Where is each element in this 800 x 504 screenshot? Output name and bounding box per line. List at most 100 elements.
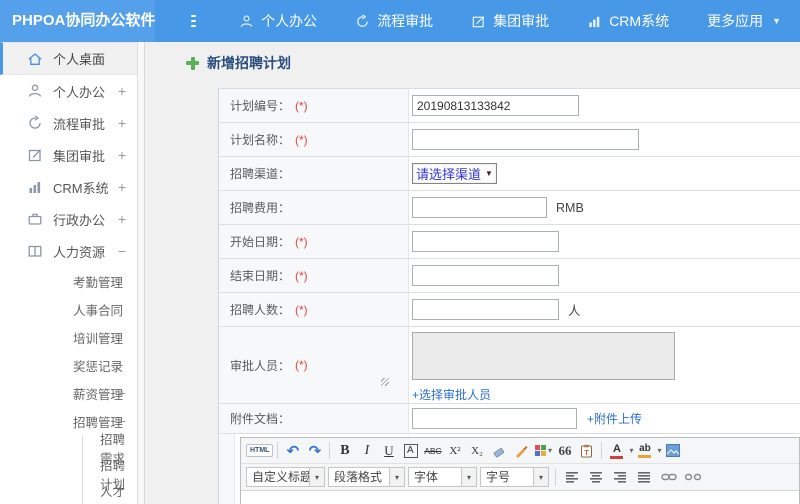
topnav-group-approval[interactable]: 集团审批 (471, 11, 549, 31)
field-label: 招聘渠道： (219, 157, 409, 191)
hamburger-menu-icon[interactable] (191, 12, 197, 30)
field-label: 招聘人数： (*) (219, 293, 409, 327)
top-navigation: 个人办公 流程审批 集团审批 CRM系统 更多应用 ▼ (220, 11, 800, 31)
collapse-minus-icon[interactable]: − (118, 413, 126, 429)
process-icon (27, 115, 44, 131)
sidebar-item-salary-mgmt[interactable]: 薪资管理 + (0, 379, 137, 407)
topnav-process-approval[interactable]: 流程审批 (355, 11, 433, 31)
sidebar-item-personal-office[interactable]: 个人办公 + (0, 75, 137, 107)
collapse-minus-icon[interactable]: − (118, 243, 126, 259)
align-right-icon[interactable] (610, 467, 631, 487)
sidebar-item-training-mgmt[interactable]: 培训管理 (0, 323, 137, 351)
topnav-label: CRM系统 (609, 13, 670, 29)
editor-content-area[interactable] (241, 491, 799, 504)
field-value-cell: 人 (409, 293, 800, 327)
caret-down-icon: ▾ (461, 468, 476, 486)
form-row-attachment: 附件文档： +附件上传 (219, 404, 800, 434)
sidebar-item-attendance-mgmt[interactable]: 考勤管理 (0, 267, 137, 295)
field-value-cell (409, 123, 800, 157)
book-icon (27, 243, 44, 259)
headcount-unit-label: 人 (568, 304, 581, 318)
chart-icon (587, 14, 602, 29)
redo-icon[interactable]: ↷ (304, 441, 325, 461)
insert-link-icon[interactable] (658, 467, 679, 487)
sidebar-item-hr-contracts[interactable]: 人事合同 (0, 295, 137, 323)
headcount-input[interactable] (412, 299, 559, 320)
attachment-upload-link[interactable]: +附件上传 (587, 410, 642, 427)
topnav-more-apps[interactable]: 更多应用 ▼ (707, 11, 781, 31)
topnav-personal-office[interactable]: 个人办公 (239, 11, 317, 31)
font-family-dropdown[interactable]: 字体 ▾ (408, 467, 477, 487)
undo-icon[interactable]: ↶ (282, 441, 303, 461)
expand-plus-icon[interactable]: + (118, 211, 126, 227)
underline-icon[interactable]: U (378, 441, 399, 461)
sidebar-scrollbar[interactable] (138, 42, 145, 504)
sidebar-item-crm-system[interactable]: CRM系统 + (0, 171, 137, 203)
fee-input[interactable] (412, 197, 547, 218)
font-border-icon[interactable]: A (403, 443, 418, 458)
highlight-color-icon[interactable]: ab (634, 441, 655, 461)
align-left-icon[interactable] (562, 467, 583, 487)
blockquote-icon[interactable]: 66 (554, 441, 575, 461)
attachment-input[interactable] (412, 408, 577, 429)
sidebar-item-talent-pool[interactable]: 人才库 (0, 485, 137, 504)
font-size-dropdown[interactable]: 字号 ▾ (480, 467, 549, 487)
expand-plus-icon[interactable]: + (118, 83, 126, 99)
align-center-icon[interactable] (586, 467, 607, 487)
insert-image-icon[interactable] (662, 441, 683, 461)
subscript-icon[interactable]: X₂ (466, 441, 487, 461)
expand-plus-icon[interactable]: + (118, 385, 126, 401)
html-source-button[interactable]: HTML (246, 444, 274, 457)
sidebar-item-reward-records[interactable]: 奖惩记录 (0, 351, 137, 379)
expand-plus-icon[interactable]: + (118, 179, 126, 195)
paragraph-format-dropdown[interactable]: 段落格式 ▾ (328, 467, 405, 487)
sidebar-item-label: 个人桌面 (53, 52, 106, 67)
process-icon (355, 13, 370, 29)
page-title: 新增招聘计划 (207, 55, 291, 71)
channel-select[interactable]: 请选择渠道 ▼ (412, 163, 497, 184)
end-date-input[interactable] (412, 265, 559, 286)
format-brush-icon[interactable] (510, 441, 531, 461)
italic-icon[interactable]: I (356, 441, 377, 461)
align-justify-icon[interactable] (634, 467, 655, 487)
eraser-icon[interactable] (488, 441, 509, 461)
sidebar-item-label: 人力资源 (53, 244, 106, 260)
sidebar-item-admin-office[interactable]: 行政办公 + (0, 203, 137, 235)
topnav-label: 流程审批 (377, 13, 434, 29)
remove-link-icon[interactable] (682, 467, 703, 487)
sidebar-item-label: 流程审批 (53, 116, 106, 132)
paste-text-icon[interactable]: T (576, 441, 597, 461)
color-palette-icon[interactable]: ▾ (532, 441, 553, 461)
superscript-icon[interactable]: X² (444, 441, 465, 461)
textarea-resize-handle[interactable] (381, 378, 389, 386)
editor-toolbar-row2: 自定义标题 ▾ 段落格式 ▾ 字体 ▾ 字号 ▾ (241, 464, 799, 491)
plan-name-input[interactable] (412, 129, 639, 150)
sidebar-item-personal-desktop[interactable]: 个人桌面 (0, 42, 137, 75)
expand-plus-icon[interactable]: + (118, 147, 126, 163)
sidebar-item-human-resources[interactable]: 人力资源 − (0, 235, 137, 267)
form-row-approvers: 审批人员： (*) +选择审批人员 (219, 327, 800, 404)
topnav-crm-system[interactable]: CRM系统 (587, 11, 669, 31)
toolbar-separator (601, 442, 603, 459)
font-color-icon[interactable]: A (606, 441, 627, 461)
custom-heading-dropdown[interactable]: 自定义标题 ▾ (246, 467, 325, 487)
toolbar-separator (277, 442, 279, 459)
sidebar-item-process-approval[interactable]: 流程审批 + (0, 107, 137, 139)
strikethrough-icon[interactable]: ABC (422, 441, 443, 461)
form-row-fee: 招聘费用： RMB (219, 191, 800, 225)
user-icon (27, 83, 44, 99)
required-mark: (*) (295, 358, 308, 372)
caret-down-icon: ▾ (533, 468, 548, 486)
plan-number-input[interactable] (412, 95, 579, 116)
bold-icon[interactable]: B (334, 441, 355, 461)
sidebar-item-group-approval[interactable]: 集团审批 + (0, 139, 137, 171)
sidebar-item-label: CRM系统 (53, 180, 109, 196)
sidebar-item-label: 招聘管理 (73, 415, 124, 430)
form-row-end-date: 结束日期： (*) (219, 259, 800, 293)
start-date-input[interactable] (412, 231, 559, 252)
select-approvers-link[interactable]: +选择审批人员 (412, 386, 491, 403)
expand-plus-icon[interactable]: + (118, 115, 126, 131)
sidebar-item-label: 薪资管理 (73, 387, 124, 402)
approvers-textarea[interactable] (412, 332, 675, 380)
sidebar-item-label: 集团审批 (53, 148, 106, 164)
